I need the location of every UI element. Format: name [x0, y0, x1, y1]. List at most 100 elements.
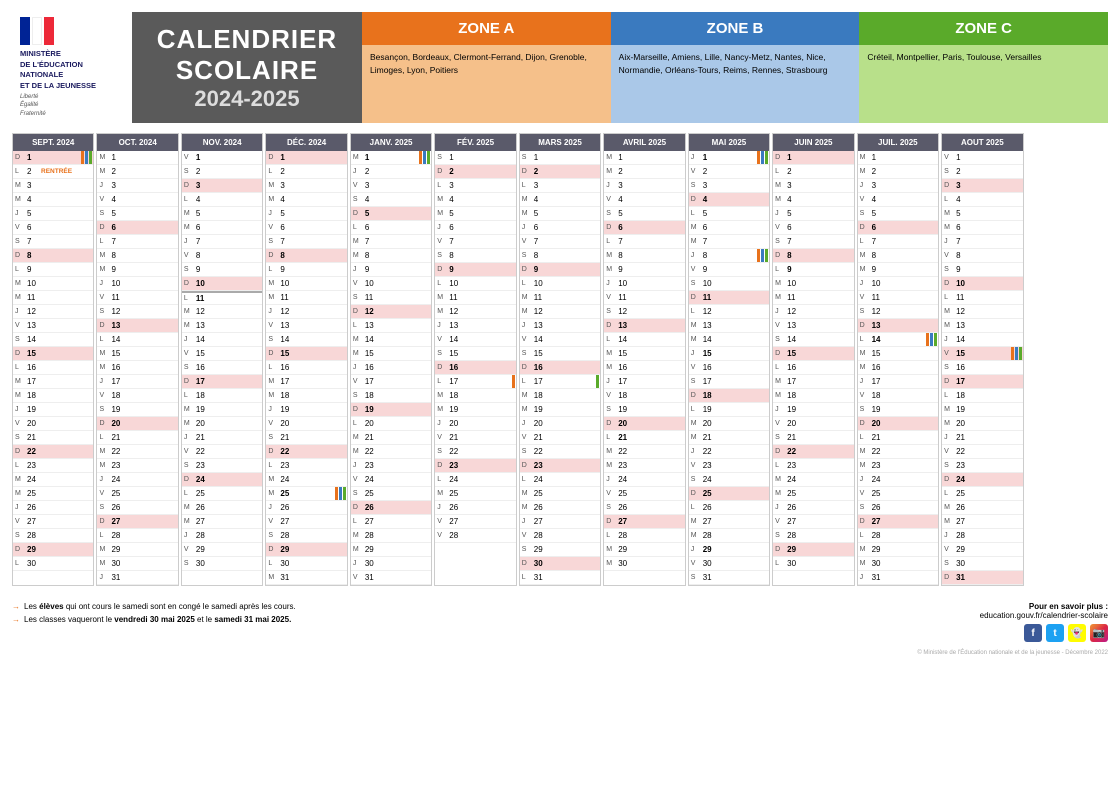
day-row: V31 [351, 571, 431, 585]
day-row: S22 [520, 445, 600, 459]
day-row: S15 [520, 347, 600, 361]
day-row: L10 [520, 277, 600, 291]
calendar-year: 2024-2025 [194, 86, 299, 112]
day-row: L10 [435, 277, 515, 291]
month-jan: JANV. 2025 M1 J2 V3 S4 D5 L6 M7 M8 J9 V1… [350, 133, 432, 586]
month-mar-header: MARS 2025 [520, 134, 600, 151]
day-row: D8 [13, 249, 93, 263]
day-row: D1 [773, 151, 853, 165]
day-row: S23 [182, 459, 262, 473]
day-row: S21 [266, 431, 346, 445]
day-row: J6 [435, 221, 515, 235]
day-row: M26 [520, 501, 600, 515]
day-row: V9 [689, 263, 769, 277]
day-row: M18 [773, 389, 853, 403]
day-row: M31 [266, 571, 346, 585]
day-row: J3 [97, 179, 177, 193]
day-row: M29 [858, 543, 938, 557]
day-row: S28 [266, 529, 346, 543]
day-row: V27 [13, 515, 93, 529]
day-row: V13 [13, 319, 93, 333]
day-row: M12 [942, 305, 1022, 319]
day-row: M10 [773, 277, 853, 291]
day-row: L28 [604, 529, 684, 543]
day-row: M29 [97, 543, 177, 557]
day-row: J13 [520, 319, 600, 333]
day-row: M15 [604, 347, 684, 361]
day-row: S14 [773, 333, 853, 347]
day-row: L16 [266, 361, 346, 375]
day-row: S9 [942, 263, 1022, 277]
day-row: V15 [182, 347, 262, 361]
day-row: S15 [435, 347, 515, 361]
day-row: S19 [604, 403, 684, 417]
day-row: M24 [773, 473, 853, 487]
day-row: S11 [351, 291, 431, 305]
day-row: J31 [97, 571, 177, 585]
day-row: M28 [351, 529, 431, 543]
day-row: M16 [604, 361, 684, 375]
day-row: V25 [97, 487, 177, 501]
day-row: M18 [435, 389, 515, 403]
day-row: V7 [520, 235, 600, 249]
day-row: D22 [266, 445, 346, 459]
day-row: M25 [13, 487, 93, 501]
day-row: D2 [435, 165, 515, 179]
day-row: M13 [182, 319, 262, 333]
day-row: L11 [182, 291, 262, 305]
day-row: J28 [942, 529, 1022, 543]
title-area: CALENDRIER SCOLAIRE 2024-2025 [132, 12, 362, 123]
day-row: L23 [13, 459, 93, 473]
day-row: M4 [435, 193, 515, 207]
day-row: J9 [351, 263, 431, 277]
day-row: S24 [689, 473, 769, 487]
day-row: M3 [773, 179, 853, 193]
day-row: V18 [858, 389, 938, 403]
day-row: L25 [182, 487, 262, 501]
day-row: D9 [435, 263, 515, 277]
day-row: D29 [266, 543, 346, 557]
day-row: S21 [773, 431, 853, 445]
day-row: M28 [689, 529, 769, 543]
day-row: D11 [689, 291, 769, 305]
day-row: M8 [858, 249, 938, 263]
day-row: M13 [942, 319, 1022, 333]
calendar-grid: SEPT. 2024 D1 L2RENTRÉE M3 M4 J5 V6 S7 D… [12, 133, 1108, 586]
day-row: J26 [266, 501, 346, 515]
day-row: M5 [942, 207, 1022, 221]
day-row: D24 [182, 473, 262, 487]
motto: LibertéÉgalitéFraternité [20, 93, 124, 118]
day-row: M27 [689, 515, 769, 529]
day-row: D19 [351, 403, 431, 417]
day-row: S22 [435, 445, 515, 459]
day-row: J19 [13, 403, 93, 417]
day-row: L5 [689, 207, 769, 221]
day-row: M3 [13, 179, 93, 193]
day-row: V7 [435, 235, 515, 249]
zone-b: ZONE B Aix-Marseille, Amiens, Lille, Nan… [611, 12, 860, 123]
day-row: J5 [13, 207, 93, 221]
day-row: L30 [13, 557, 93, 571]
day-row: D1 [13, 151, 93, 165]
day-row: L11 [942, 291, 1022, 305]
month-nov: NOV. 2024 V1 S2 D3 L4 M5 M6 J7 V8 S9 D10… [181, 133, 263, 586]
day-row: M14 [689, 333, 769, 347]
day-row: V14 [435, 333, 515, 347]
day-row: L6 [351, 221, 431, 235]
logo-area: MINISTÈREDE L'ÉDUCATIONNATIONALEET DE LA… [12, 12, 132, 123]
day-row: J20 [520, 417, 600, 431]
day-row: M1 [604, 151, 684, 165]
day-row: V20 [266, 417, 346, 431]
day-row: S23 [942, 459, 1022, 473]
day-row: D20 [604, 417, 684, 431]
day-row: V18 [97, 389, 177, 403]
day-row: M15 [97, 347, 177, 361]
flag-white [32, 17, 42, 45]
month-oct: OCT. 2024 M1 M2 J3 V4 S5 D6 L7 M8 M9 J10… [96, 133, 178, 586]
day-row: V11 [858, 291, 938, 305]
day-row: M3 [266, 179, 346, 193]
day-row: S10 [689, 277, 769, 291]
day-row: S12 [604, 305, 684, 319]
day-row: M1 [858, 151, 938, 165]
day-row: J17 [858, 375, 938, 389]
